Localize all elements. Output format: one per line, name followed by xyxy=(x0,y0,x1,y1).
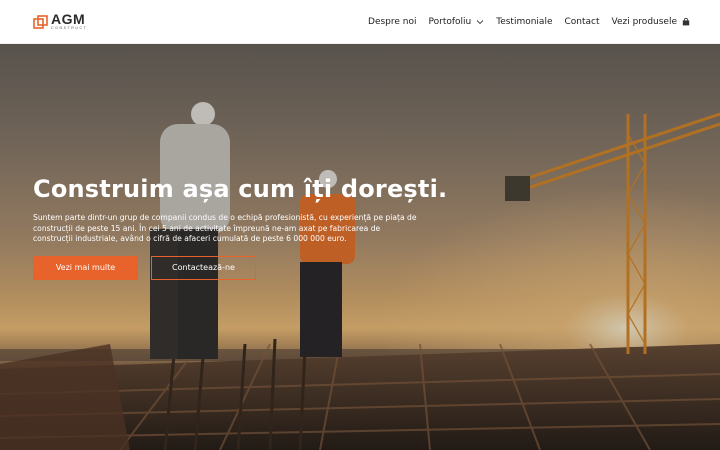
agm-logo-icon xyxy=(33,14,48,29)
brand-name: AGM xyxy=(51,11,86,28)
see-more-button[interactable]: Vezi mai multe xyxy=(33,255,138,280)
chevron-down-icon xyxy=(476,19,484,24)
navbar: AGM CONSTRUCT Despre noi Portofoliu Test… xyxy=(0,0,720,44)
nav-item-vezi-produsele-label: Vezi produsele xyxy=(611,16,677,27)
nav-item-portofoliu[interactable]: Portofoliu xyxy=(429,17,485,27)
shopping-bag-icon xyxy=(682,17,690,25)
hero-buttons: Vezi mai multe Contactează-ne xyxy=(33,255,433,280)
nav-item-contact[interactable]: Contact xyxy=(565,17,600,27)
nav-item-portofoliu-label: Portofoliu xyxy=(428,16,472,27)
nav-item-testimoniale[interactable]: Testimoniale xyxy=(496,17,552,27)
nav-item-vezi-produsele[interactable]: Vezi produsele xyxy=(612,17,690,27)
brand-tagline: CONSTRUCT xyxy=(51,26,88,31)
nav-item-despre-noi[interactable]: Despre noi xyxy=(368,17,416,27)
main-menu: Despre noi Portofoliu Testimoniale Conta… xyxy=(368,17,690,27)
hero-description: Suntem parte dintr-un grup de companii c… xyxy=(33,213,417,243)
contact-us-button[interactable]: Contactează-ne xyxy=(151,255,256,280)
hero-title: Construim așa cum îți dorești. xyxy=(33,175,448,203)
brand-logo[interactable]: AGM CONSTRUCT xyxy=(33,10,87,34)
hero-content: Construim așa cum îți dorești. Suntem pa… xyxy=(33,175,448,280)
hero-section: Construim așa cum îți dorești. Suntem pa… xyxy=(0,44,720,450)
